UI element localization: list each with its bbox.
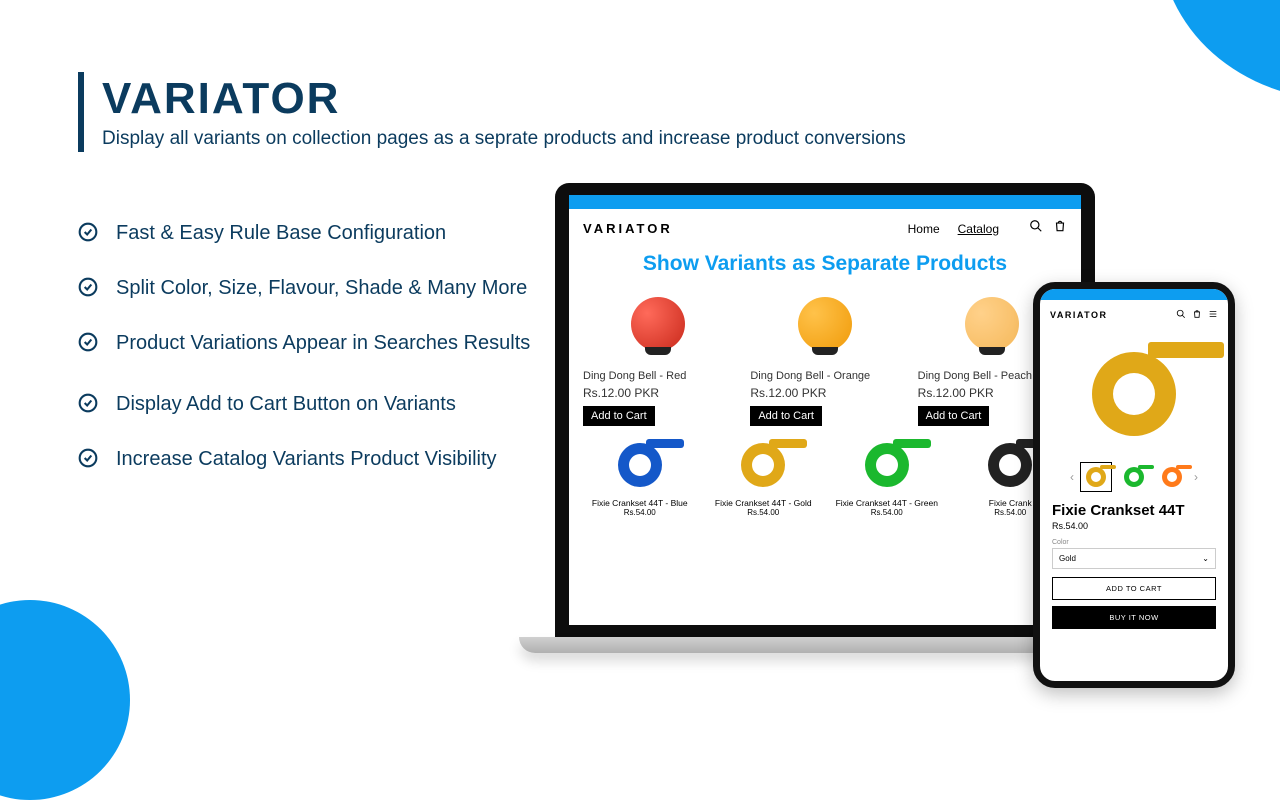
search-icon[interactable] bbox=[1029, 219, 1043, 238]
decorative-blob-top bbox=[1160, 0, 1280, 100]
feature-text: Increase Catalog Variants Product Visibi… bbox=[116, 444, 497, 475]
check-icon bbox=[78, 277, 98, 297]
chevron-down-icon: ⌄ bbox=[1202, 554, 1209, 563]
crankset-icon bbox=[741, 443, 785, 487]
phone-thumbnails: ‹ › bbox=[1040, 458, 1228, 496]
product-card[interactable]: Ding Dong Bell - Red Rs.12.00 PKR Add to… bbox=[583, 286, 732, 426]
product-name: Fixie Crankset 44T - Green bbox=[830, 498, 944, 508]
phone-mockup: VARIATOR ‹ › Fixie Crankset 44T Rs.54.00… bbox=[1033, 282, 1235, 688]
bell-icon bbox=[965, 297, 1019, 351]
phone-product-title: Fixie Crankset 44T bbox=[1040, 496, 1228, 519]
product-price: Rs.12.00 PKR bbox=[750, 386, 899, 400]
crankset-icon bbox=[865, 443, 909, 487]
bag-icon[interactable] bbox=[1192, 306, 1202, 324]
add-to-cart-button[interactable]: Add to Cart bbox=[583, 406, 655, 426]
chevron-left-icon[interactable]: ‹ bbox=[1070, 470, 1074, 484]
crankset-icon bbox=[988, 443, 1032, 487]
check-icon bbox=[78, 393, 98, 413]
check-icon bbox=[78, 222, 98, 242]
thumbnail[interactable] bbox=[1080, 462, 1112, 492]
nav-home[interactable]: Home bbox=[908, 222, 940, 236]
bag-icon[interactable] bbox=[1053, 219, 1067, 238]
phone-product-image bbox=[1040, 330, 1228, 458]
add-to-cart-button[interactable]: ADD TO CART bbox=[1052, 577, 1216, 600]
decorative-blob-bottom bbox=[0, 600, 130, 800]
product-name: Ding Dong Bell - Orange bbox=[750, 370, 899, 382]
chevron-right-icon[interactable]: › bbox=[1194, 470, 1198, 484]
bell-icon bbox=[798, 297, 852, 351]
phone-product-price: Rs.54.00 bbox=[1040, 519, 1228, 539]
title-accent-bar bbox=[78, 72, 84, 152]
laptop-mockup: VARIATOR Home Catalog Show Variants as S… bbox=[555, 183, 1095, 653]
product-name: Ding Dong Bell - Red bbox=[583, 370, 732, 382]
feature-item: Split Color, Size, Flavour, Shade & Many… bbox=[78, 273, 548, 304]
feature-text: Split Color, Size, Flavour, Shade & Many… bbox=[116, 273, 527, 304]
product-price: Rs.54.00 bbox=[583, 508, 697, 517]
feature-item: Fast & Easy Rule Base Configuration bbox=[78, 218, 548, 249]
product-price: Rs.12.00 PKR bbox=[583, 386, 732, 400]
add-to-cart-button[interactable]: Add to Cart bbox=[918, 406, 990, 426]
add-to-cart-button[interactable]: Add to Cart bbox=[750, 406, 822, 426]
laptop-heading: Show Variants as Separate Products bbox=[569, 252, 1081, 276]
menu-icon[interactable] bbox=[1208, 306, 1218, 324]
color-label: Color bbox=[1040, 539, 1228, 546]
product-card[interactable]: Fixie Crankset 44T - Green Rs.54.00 bbox=[830, 436, 944, 517]
crankset-icon bbox=[1162, 467, 1182, 487]
product-card[interactable]: Ding Dong Bell - Orange Rs.12.00 PKR Add… bbox=[750, 286, 899, 426]
nav-catalog[interactable]: Catalog bbox=[958, 222, 999, 236]
feature-text: Fast & Easy Rule Base Configuration bbox=[116, 218, 446, 249]
product-price: Rs.54.00 bbox=[707, 508, 821, 517]
selected-color: Gold bbox=[1059, 554, 1076, 563]
page-title: VARIATOR bbox=[102, 74, 906, 124]
product-price: Rs.54.00 bbox=[830, 508, 944, 517]
page-subtitle: Display all variants on collection pages… bbox=[102, 128, 906, 150]
thumbnail[interactable] bbox=[1156, 462, 1188, 492]
product-name: Fixie Crankset 44T - Gold bbox=[707, 498, 821, 508]
feature-text: Product Variations Appear in Searches Re… bbox=[116, 328, 530, 359]
laptop-logo: VARIATOR bbox=[583, 221, 673, 236]
check-icon bbox=[78, 448, 98, 468]
product-name: Fixie Crankset 44T - Blue bbox=[583, 498, 697, 508]
feature-text: Display Add to Cart Button on Variants bbox=[116, 389, 456, 420]
color-select[interactable]: Gold ⌄ bbox=[1052, 548, 1216, 569]
crankset-icon bbox=[1086, 467, 1106, 487]
crankset-icon bbox=[618, 443, 662, 487]
thumbnail[interactable] bbox=[1118, 462, 1150, 492]
crankset-icon bbox=[1092, 352, 1176, 436]
buy-now-button[interactable]: BUY IT NOW bbox=[1052, 606, 1216, 629]
header: VARIATOR Display all variants on collect… bbox=[78, 72, 906, 152]
features-list: Fast & Easy Rule Base Configuration Spli… bbox=[78, 218, 548, 499]
phone-logo: VARIATOR bbox=[1050, 310, 1108, 320]
bell-icon bbox=[631, 297, 685, 351]
feature-item: Display Add to Cart Button on Variants bbox=[78, 389, 548, 420]
feature-item: Product Variations Appear in Searches Re… bbox=[78, 328, 548, 359]
search-icon[interactable] bbox=[1176, 306, 1186, 324]
laptop-topbar bbox=[569, 195, 1081, 209]
laptop-nav: Home Catalog bbox=[908, 222, 999, 236]
check-icon bbox=[78, 332, 98, 352]
crankset-icon bbox=[1124, 467, 1144, 487]
feature-item: Increase Catalog Variants Product Visibi… bbox=[78, 444, 548, 475]
phone-topbar bbox=[1040, 289, 1228, 300]
product-card[interactable]: Fixie Crankset 44T - Blue Rs.54.00 bbox=[583, 436, 697, 517]
product-card[interactable]: Fixie Crankset 44T - Gold Rs.54.00 bbox=[707, 436, 821, 517]
